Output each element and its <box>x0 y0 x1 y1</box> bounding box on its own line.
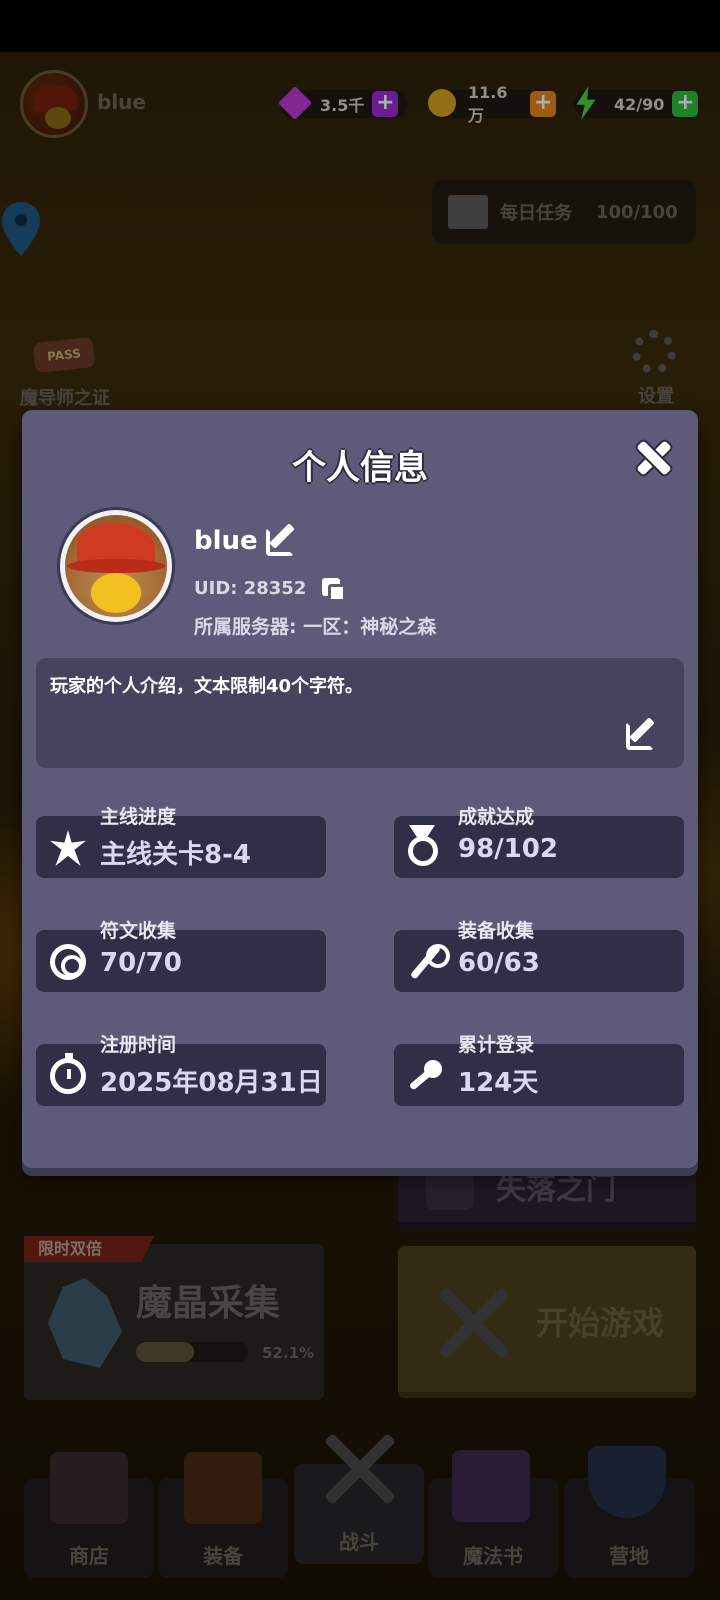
stat-label: 成就达成 <box>458 806 535 828</box>
stat-total-login: 累计登录 124天 <box>394 1034 684 1106</box>
stat-value: 124天 <box>458 1068 539 1098</box>
profile-name: blue <box>194 526 258 556</box>
stat-label: 符文收集 <box>100 920 177 942</box>
edit-bio-icon[interactable] <box>626 717 658 750</box>
stat-value: 98/102 <box>458 834 558 864</box>
stat-value: 60/63 <box>458 948 540 978</box>
copy-uid-icon[interactable] <box>322 578 346 602</box>
stat-equipment: 装备收集 60/63 <box>394 920 684 992</box>
stat-value: 主线关卡8-4 <box>100 840 251 870</box>
medal-icon <box>408 836 438 866</box>
bio-text: 玩家的个人介绍，文本限制40个字符。 <box>50 676 364 697</box>
close-icon[interactable] <box>634 438 674 478</box>
stat-value: 2025年08月31日 <box>100 1068 323 1098</box>
stat-label: 主线进度 <box>100 806 177 828</box>
stat-runes: 符文收集 70/70 <box>36 920 326 992</box>
uid-text: UID: 28352 <box>194 578 307 599</box>
stat-label: 注册时间 <box>100 1034 177 1056</box>
stat-achievements: 成就达成 98/102 <box>394 806 684 878</box>
stat-register-date: 注册时间 2025年08月31日 <box>36 1034 326 1106</box>
edit-name-icon[interactable] <box>266 523 298 556</box>
stat-main-progress: 主线进度 主线关卡8-4 <box>36 806 326 878</box>
profile-avatar[interactable] <box>60 510 172 622</box>
bio-box: 玩家的个人介绍，文本限制40个字符。 <box>36 658 684 768</box>
stat-label: 累计登录 <box>458 1034 535 1056</box>
rune-icon <box>50 944 86 980</box>
server-text: 所属服务器: 一区：神秘之森 <box>194 616 437 638</box>
staff-icon <box>408 944 450 980</box>
burst-icon <box>50 830 86 866</box>
stat-label: 装备收集 <box>458 920 535 942</box>
stat-value: 70/70 <box>100 948 182 978</box>
key-icon <box>408 1058 444 1094</box>
profile-modal: 个人信息 blue UID: 28352 所属服务器: 一区：神秘之森 玩家的个… <box>22 410 698 1168</box>
stopwatch-icon <box>50 1053 86 1094</box>
modal-title: 个人信息 <box>292 448 428 488</box>
status-bar <box>0 0 720 52</box>
